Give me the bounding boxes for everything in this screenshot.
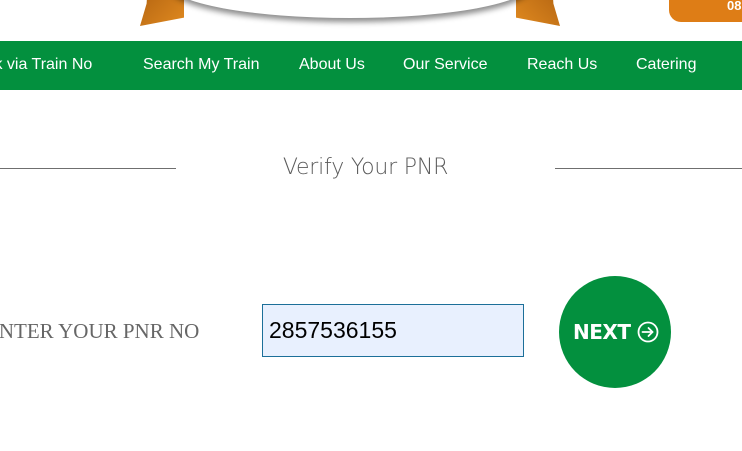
page-title: Verify Your PNR — [282, 155, 449, 180]
arrow-circle-right-icon — [637, 321, 659, 343]
section-heading: Verify Your PNR — [0, 150, 742, 186]
ribbon-band — [170, 0, 530, 18]
ribbon-tail-right — [516, 0, 560, 26]
phone-badge-text: 08 — [727, 0, 742, 13]
logo-ribbon — [140, 0, 560, 26]
heading-divider-left — [0, 168, 176, 169]
nav-item-our-service[interactable]: Our Service — [403, 41, 487, 90]
ribbon-tail-left — [140, 0, 184, 26]
heading-divider-right — [555, 168, 742, 169]
nav-item-catering[interactable]: Catering — [636, 41, 696, 90]
nav-item-search-my-train[interactable]: Search My Train — [143, 41, 259, 90]
nav-item-reach-us[interactable]: Reach Us — [527, 41, 597, 90]
pnr-label: ENTER YOUR PNR NO — [0, 319, 200, 343]
phone-badge[interactable]: 08 — [669, 0, 742, 22]
nav-item-book-via-train-no[interactable]: Book via Train No — [0, 41, 92, 90]
nav-item-about-us[interactable]: About Us — [299, 41, 365, 90]
page: 08 Book via Train No Search My Train Abo… — [0, 0, 742, 451]
pnr-input[interactable] — [262, 304, 524, 357]
main-nav: Book via Train No Search My Train About … — [0, 41, 742, 90]
next-button[interactable]: NEXT — [559, 276, 671, 388]
next-button-label: NEXT — [573, 320, 631, 344]
